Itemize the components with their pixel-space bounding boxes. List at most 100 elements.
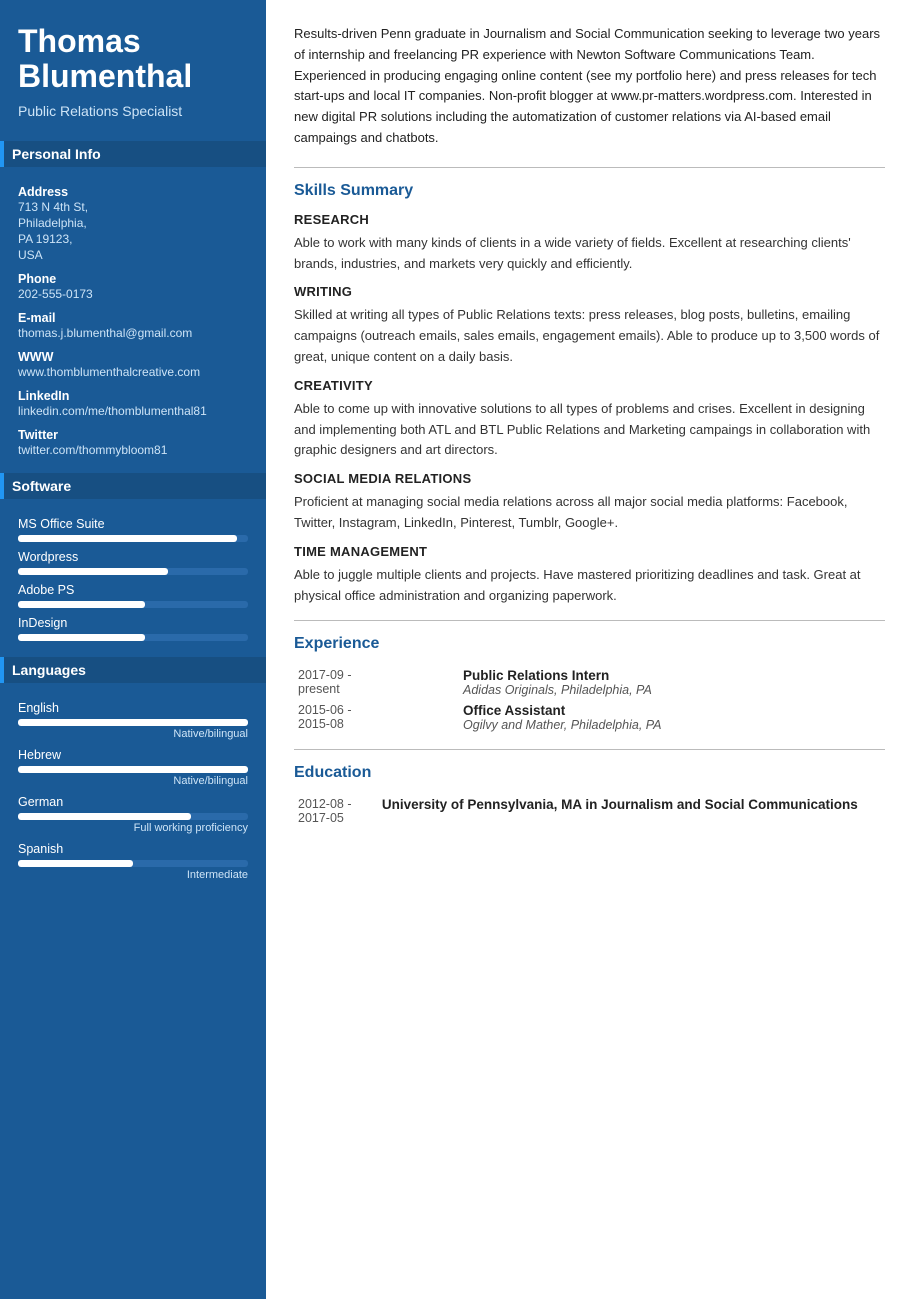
candidate-title: Public Relations Specialist (18, 102, 248, 120)
skill-name-ms-office: MS Office Suite (18, 517, 248, 531)
skill-bar-bg-indesign (18, 634, 248, 641)
exp-role-1: Office Assistant (463, 703, 881, 718)
www-value: www.thomblumenthalcreative.com (18, 365, 248, 379)
linkedin-label: LinkedIn (18, 389, 248, 403)
exp-org-1: Ogilvy and Mather, Philadelphia, PA (463, 718, 881, 732)
education-table: 2012-08 -2017-05 University of Pennsylva… (294, 794, 885, 828)
edu-row-0: 2012-08 -2017-05 University of Pennsylva… (294, 794, 885, 828)
lang-bar-bg-hebrew (18, 766, 248, 773)
skill-name-adobe-ps: Adobe PS (18, 583, 248, 597)
lang-bar-fill-english (18, 719, 248, 726)
exp-details-0: Public Relations Intern Adidas Originals… (459, 665, 885, 700)
address-line-1: 713 N 4th St, (18, 200, 248, 214)
skill-category-social-media: SOCIAL MEDIA RELATIONS (294, 471, 885, 486)
skill-desc-social-media: Proficient at managing social media rela… (294, 492, 885, 534)
address-line-4: USA (18, 248, 248, 262)
email-value: thomas.j.blumenthal@gmail.com (18, 326, 248, 340)
experience-table: 2017-09 -present Public Relations Intern… (294, 665, 885, 735)
software-header: Software (0, 473, 266, 499)
lang-name-spanish: Spanish (18, 842, 248, 856)
skill-desc-research: Able to work with many kinds of clients … (294, 233, 885, 275)
lang-spanish: Spanish Intermediate (18, 842, 248, 881)
skill-writing: WRITING Skilled at writing all types of … (294, 284, 885, 367)
divider-1 (294, 167, 885, 168)
exp-date-0: 2017-09 -present (294, 665, 459, 700)
skill-name-indesign: InDesign (18, 616, 248, 630)
personal-info-header: Personal Info (0, 141, 266, 167)
skills-title: Skills Summary (294, 182, 885, 200)
skill-bar-bg-wordpress (18, 568, 248, 575)
skill-bar-fill-adobe-ps (18, 601, 145, 608)
skill-category-creativity: CREATIVITY (294, 378, 885, 393)
skill-bar-fill-ms-office (18, 535, 237, 542)
linkedin-value: linkedin.com/me/thomblumenthal81 (18, 404, 248, 418)
skill-creativity: CREATIVITY Able to come up with innovati… (294, 378, 885, 461)
lang-hebrew: Hebrew Native/bilingual (18, 748, 248, 787)
main-content: Results-driven Penn graduate in Journali… (266, 0, 913, 1299)
twitter-value: twitter.com/thommybloom81 (18, 443, 248, 457)
skill-name-wordpress: Wordpress (18, 550, 248, 564)
exp-row-0: 2017-09 -present Public Relations Intern… (294, 665, 885, 700)
address-line-2: Philadelphia, (18, 216, 248, 230)
lang-german: German Full working proficiency (18, 795, 248, 834)
divider-2 (294, 620, 885, 621)
skill-ms-office: MS Office Suite (18, 517, 248, 542)
lang-bar-fill-german (18, 813, 191, 820)
languages-header: Languages (0, 657, 266, 683)
education-title: Education (294, 764, 885, 782)
lang-name-german: German (18, 795, 248, 809)
lang-english: English Native/bilingual (18, 701, 248, 740)
skill-bar-fill-wordpress (18, 568, 168, 575)
skill-bar-bg-ms-office (18, 535, 248, 542)
skill-indesign: InDesign (18, 616, 248, 641)
exp-org-0: Adidas Originals, Philadelphia, PA (463, 683, 881, 697)
skill-wordpress: Wordpress (18, 550, 248, 575)
software-list: MS Office Suite Wordpress Adobe PS InDes… (18, 509, 248, 643)
lang-level-english: Native/bilingual (18, 728, 248, 740)
lang-bar-fill-spanish (18, 860, 133, 867)
skill-bar-bg-adobe-ps (18, 601, 248, 608)
exp-row-1: 2015-06 -2015-08 Office Assistant Ogilvy… (294, 700, 885, 735)
lang-name-hebrew: Hebrew (18, 748, 248, 762)
lang-bar-bg-german (18, 813, 248, 820)
twitter-label: Twitter (18, 428, 248, 442)
skill-time-management: TIME MANAGEMENT Able to juggle multiple … (294, 544, 885, 607)
candidate-name: Thomas Blumenthal (18, 24, 248, 94)
lang-level-german: Full working proficiency (18, 822, 248, 834)
exp-date-1: 2015-06 -2015-08 (294, 700, 459, 735)
email-label: E-mail (18, 311, 248, 325)
skill-adobe-ps: Adobe PS (18, 583, 248, 608)
exp-role-0: Public Relations Intern (463, 668, 881, 683)
divider-3 (294, 749, 885, 750)
sidebar: Thomas Blumenthal Public Relations Speci… (0, 0, 266, 1299)
lang-bar-bg-english (18, 719, 248, 726)
exp-details-1: Office Assistant Ogilvy and Mather, Phil… (459, 700, 885, 735)
edu-details-0: University of Pennsylvania, MA in Journa… (378, 794, 885, 828)
lang-level-hebrew: Native/bilingual (18, 775, 248, 787)
resume-container: Thomas Blumenthal Public Relations Speci… (0, 0, 913, 1299)
lang-bar-fill-hebrew (18, 766, 248, 773)
phone-value: 202-555-0173 (18, 287, 248, 301)
summary-text: Results-driven Penn graduate in Journali… (294, 24, 885, 149)
skill-desc-writing: Skilled at writing all types of Public R… (294, 305, 885, 367)
skill-category-time-management: TIME MANAGEMENT (294, 544, 885, 559)
experience-title: Experience (294, 635, 885, 653)
lang-name-english: English (18, 701, 248, 715)
languages-list: English Native/bilingual Hebrew Native/b… (18, 693, 248, 881)
skills-list: RESEARCH Able to work with many kinds of… (294, 212, 885, 607)
www-label: WWW (18, 350, 248, 364)
skill-social-media: SOCIAL MEDIA RELATIONS Proficient at man… (294, 471, 885, 534)
edu-date-0: 2012-08 -2017-05 (294, 794, 378, 828)
skill-category-research: RESEARCH (294, 212, 885, 227)
lang-level-spanish: Intermediate (18, 869, 248, 881)
phone-label: Phone (18, 272, 248, 286)
skill-desc-creativity: Able to come up with innovative solution… (294, 399, 885, 461)
skill-bar-fill-indesign (18, 634, 145, 641)
lang-bar-bg-spanish (18, 860, 248, 867)
skill-desc-time-management: Able to juggle multiple clients and proj… (294, 565, 885, 607)
edu-degree-0: University of Pennsylvania, MA in Journa… (382, 797, 881, 812)
skill-category-writing: WRITING (294, 284, 885, 299)
skill-research: RESEARCH Able to work with many kinds of… (294, 212, 885, 275)
address-label: Address (18, 185, 248, 199)
address-line-3: PA 19123, (18, 232, 248, 246)
